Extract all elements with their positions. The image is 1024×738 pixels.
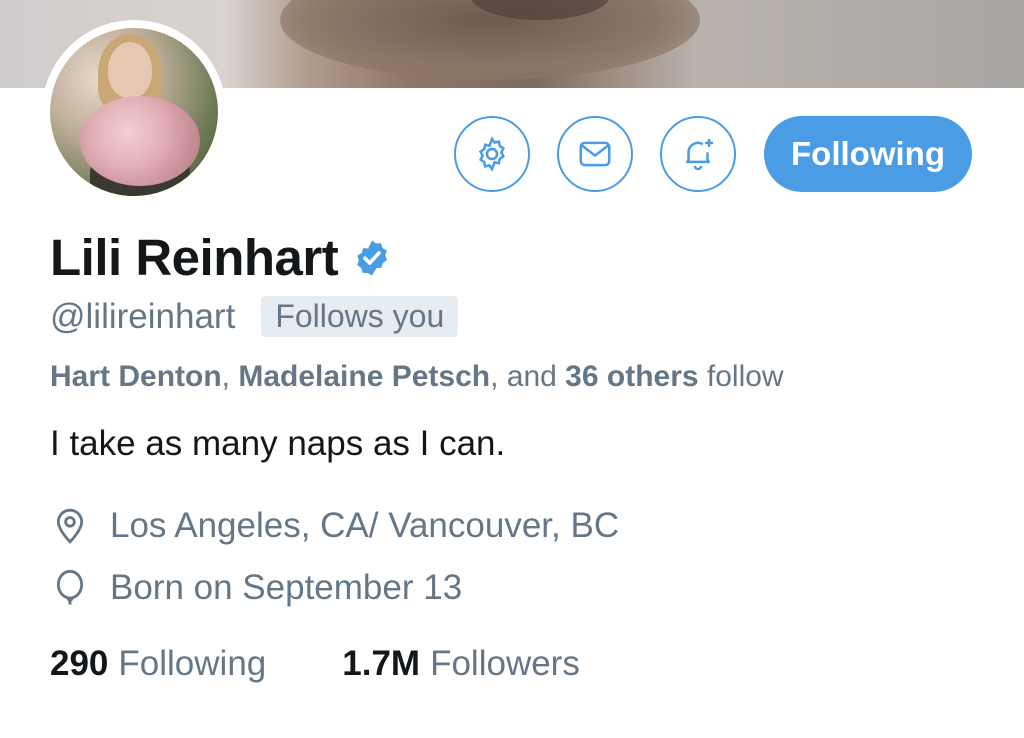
followers-stat[interactable]: 1.7M Followers xyxy=(342,644,580,684)
profile-handle: @lilireinhart xyxy=(50,296,236,336)
verified-badge-icon xyxy=(357,240,388,275)
following-count: 290 xyxy=(50,644,109,683)
notifications-button[interactable] xyxy=(660,116,736,192)
avatar-photo xyxy=(50,28,218,196)
profile-name-row: Lili Reinhart xyxy=(50,228,392,287)
profile-stats: 290 Following 1.7M Followers xyxy=(50,644,580,684)
follower-name[interactable]: Madelaine Petsch xyxy=(238,360,490,393)
and-text: , and xyxy=(490,360,566,393)
handle-row: @lilireinhart Follows you xyxy=(50,296,459,337)
profile-location: Los Angeles, CA/ Vancouver, BC xyxy=(110,506,620,545)
profile-birthday: Born on September 13 xyxy=(110,568,463,607)
others-count[interactable]: 36 others xyxy=(565,360,698,393)
following-label: Following xyxy=(118,644,267,683)
bell-plus-icon xyxy=(686,138,714,171)
follower-name[interactable]: Hart Denton xyxy=(50,360,222,393)
separator: , xyxy=(221,360,239,393)
message-button[interactable] xyxy=(557,116,633,192)
following-button[interactable]: Following xyxy=(764,116,972,192)
profile-bio: I take as many naps as I can. xyxy=(50,424,506,463)
birthday-row: Born on September 13 xyxy=(50,568,462,608)
following-stat[interactable]: 290 Following xyxy=(50,644,266,684)
followed-by-text[interactable]: Hart Denton, Madelaine Petsch, and 36 ot… xyxy=(50,360,784,394)
gear-icon xyxy=(478,136,506,172)
mail-icon xyxy=(579,141,611,167)
location-pin-icon xyxy=(56,508,84,544)
followers-count: 1.7M xyxy=(342,644,421,683)
follows-you-badge: Follows you xyxy=(261,296,459,337)
location-row: Los Angeles, CA/ Vancouver, BC xyxy=(50,506,619,546)
balloon-icon xyxy=(56,569,84,605)
followers-label: Followers xyxy=(430,644,580,683)
follow-suffix: follow xyxy=(698,360,784,393)
profile-name: Lili Reinhart xyxy=(50,229,339,286)
profile-avatar[interactable] xyxy=(42,20,226,204)
settings-button[interactable] xyxy=(454,116,530,192)
